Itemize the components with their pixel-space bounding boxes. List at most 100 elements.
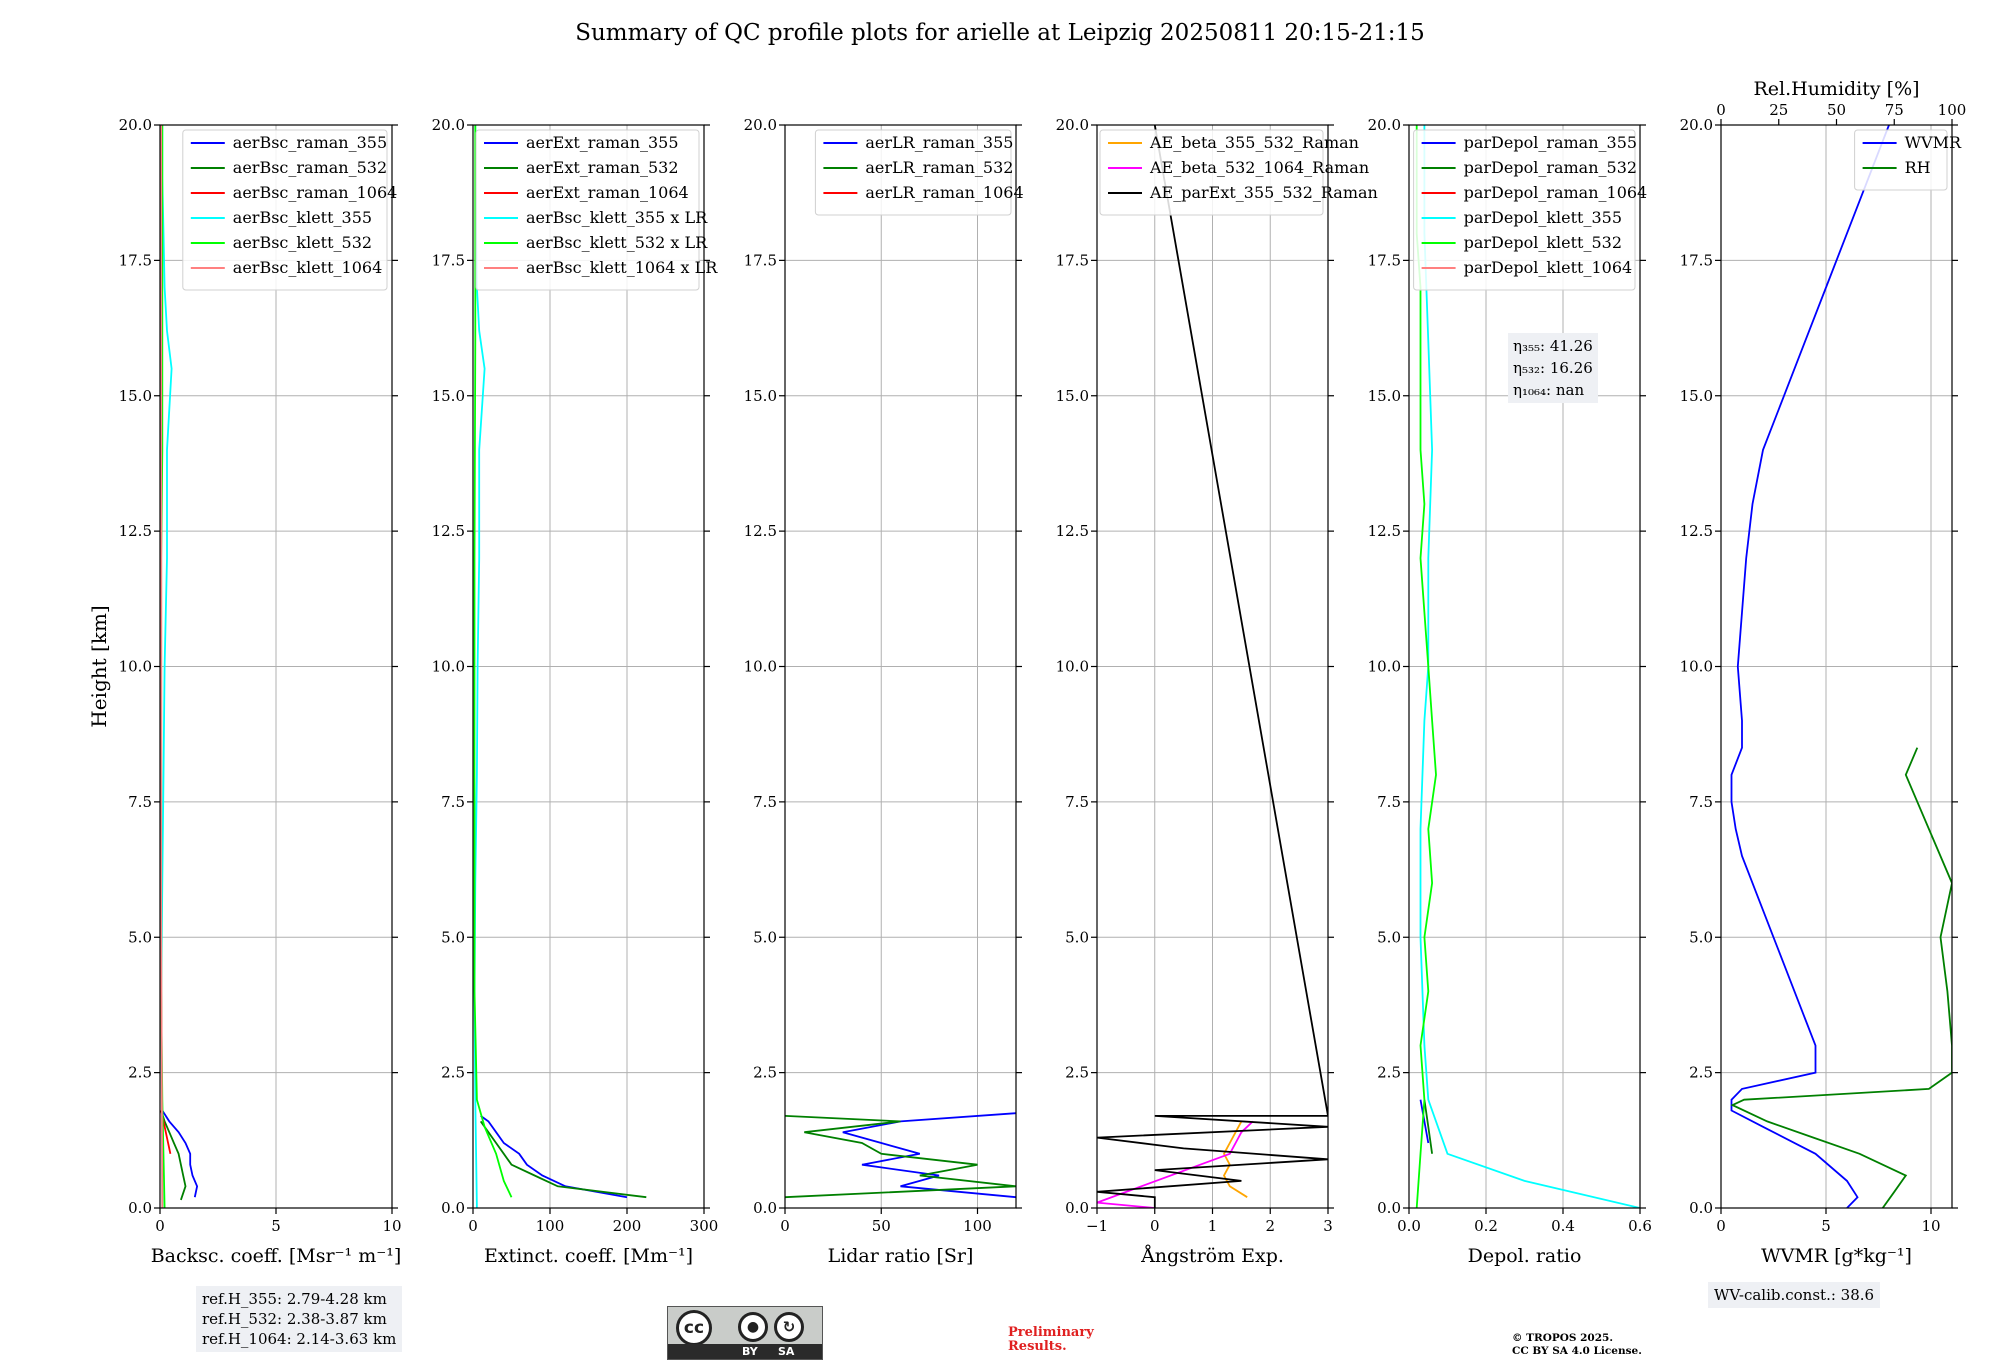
y-tick-label: 10.0 xyxy=(1680,658,1713,676)
x-tick-label: 0.4 xyxy=(1551,1217,1575,1235)
wv-calib-box: WV-calib.const.: 38.6 xyxy=(1708,1282,1881,1308)
legend-label: aerExt_raman_355 xyxy=(526,133,679,152)
x-tick-label: 0 xyxy=(1150,1217,1160,1235)
y-tick-label: 20.0 xyxy=(119,116,152,134)
y-tick-label: 20.0 xyxy=(1368,116,1401,134)
y-tick-label: 10.0 xyxy=(744,658,777,676)
legend-label: parDepol_raman_355 xyxy=(1464,133,1637,152)
y-tick-label: 17.5 xyxy=(1680,251,1713,269)
y-tick-label: 0.0 xyxy=(1689,1199,1713,1217)
x-axis-label: Extinct. coeff. [Mm⁻¹] xyxy=(484,1245,693,1267)
reference-height-box: ref.H_355: 2.79-4.28 km ref.H_532: 2.38-… xyxy=(196,1286,403,1352)
top-x-tick-label: 100 xyxy=(1938,101,1967,119)
license-sa-label: SA xyxy=(778,1345,795,1358)
y-tick-label: 0.0 xyxy=(1065,1199,1089,1217)
legend-label: aerBsc_klett_532 x LR xyxy=(526,233,708,252)
person-icon: ● xyxy=(738,1312,768,1342)
y-tick-label: 7.5 xyxy=(1065,793,1089,811)
legend-label: parDepol_klett_532 xyxy=(1464,233,1622,252)
y-tick-label: 0.0 xyxy=(1377,1199,1401,1217)
y-tick-label: 7.5 xyxy=(1377,793,1401,811)
y-tick-label: 10.0 xyxy=(1368,658,1401,676)
legend-label: aerBsc_klett_355 xyxy=(233,208,372,227)
y-tick-label: 15.0 xyxy=(1056,387,1089,405)
copyright-line-2: CC BY SA 4.0 License. xyxy=(1512,1345,1642,1357)
x-tick-label: 1 xyxy=(1208,1217,1218,1235)
y-tick-label: 7.5 xyxy=(128,793,152,811)
y-tick-label: 17.5 xyxy=(432,251,465,269)
y-tick-label: 12.5 xyxy=(119,522,152,540)
x-tick-label: 50 xyxy=(872,1217,891,1235)
legend-label: AE_parExt_355_532_Raman xyxy=(1149,183,1378,202)
x-tick-label: 0 xyxy=(155,1217,165,1235)
x-axis-label: Lidar ratio [Sr] xyxy=(828,1245,974,1267)
x-tick-label: 0.2 xyxy=(1474,1217,1498,1235)
y-tick-label: 7.5 xyxy=(753,793,777,811)
x-tick-label: 10 xyxy=(1921,1217,1940,1235)
y-tick-label: 0.0 xyxy=(753,1199,777,1217)
x-tick-label: 100 xyxy=(963,1217,992,1235)
top-x-axis-label: Rel.Humidity [%] xyxy=(1753,78,1919,100)
y-tick-label: 5.0 xyxy=(441,928,465,946)
x-tick-label: 300 xyxy=(690,1217,719,1235)
figure-title: Summary of QC profile plots for arielle … xyxy=(575,20,1425,46)
legend-label: AE_beta_355_532_Raman xyxy=(1149,133,1359,152)
top-x-tick-label: 0 xyxy=(1716,101,1726,119)
cc-icon: cc xyxy=(676,1310,712,1346)
x-axis-label: Ångström Exp. xyxy=(1140,1245,1284,1267)
copyright-note: © TROPOS 2025. CC BY SA 4.0 License. xyxy=(1512,1332,1642,1358)
x-tick-label: 2 xyxy=(1265,1217,1275,1235)
legend-label: aerExt_raman_532 xyxy=(526,158,679,177)
y-tick-label: 5.0 xyxy=(128,928,152,946)
y-tick-label: 2.5 xyxy=(753,1064,777,1082)
y-tick-label: 17.5 xyxy=(1056,251,1089,269)
x-axis-label: Depol. ratio xyxy=(1468,1245,1582,1267)
eta-box: η₃₅₅: 41.26 η₅₃₂: 16.26 η₁₀₆₄: nan xyxy=(1508,333,1598,403)
y-tick-label: 15.0 xyxy=(744,387,777,405)
x-tick-label: 10 xyxy=(382,1217,401,1235)
y-tick-label: 15.0 xyxy=(1368,387,1401,405)
x-tick-label: 0 xyxy=(468,1217,478,1235)
x-tick-label: 5 xyxy=(271,1217,281,1235)
preliminary-line-2: Results. xyxy=(1008,1339,1067,1354)
y-tick-label: 15.0 xyxy=(432,387,465,405)
legend-label: aerBsc_klett_1064 xyxy=(233,258,382,277)
x-axis-label: WVMR [g*kg⁻¹] xyxy=(1761,1245,1912,1267)
top-x-tick-label: 75 xyxy=(1885,101,1904,119)
legend-label: aerBsc_raman_355 xyxy=(233,133,387,152)
legend-label: AE_beta_532_1064_Raman xyxy=(1149,158,1369,177)
x-tick-label: 5 xyxy=(1821,1217,1831,1235)
y-tick-label: 10.0 xyxy=(1056,658,1089,676)
y-tick-label: 20.0 xyxy=(744,116,777,134)
figure-canvas: Height [km]0.02.55.07.510.012.515.017.52… xyxy=(87,78,1967,1267)
legend-label: parDepol_raman_1064 xyxy=(1464,183,1648,202)
y-tick-label: 20.0 xyxy=(432,116,465,134)
series-line xyxy=(161,1110,199,1198)
x-tick-label: 0 xyxy=(780,1217,790,1235)
x-tick-label: 0.0 xyxy=(1397,1217,1421,1235)
y-tick-label: 10.0 xyxy=(432,658,465,676)
y-tick-label: 5.0 xyxy=(1377,928,1401,946)
y-tick-label: 10.0 xyxy=(119,658,152,676)
y-tick-label: 2.5 xyxy=(1065,1064,1089,1082)
series-line xyxy=(1730,747,1952,1208)
y-tick-label: 2.5 xyxy=(441,1064,465,1082)
y-tick-label: 12.5 xyxy=(432,522,465,540)
legend-label: RH xyxy=(1905,158,1931,177)
eta-532: η₅₃₂: 16.26 xyxy=(1513,359,1593,377)
x-tick-label: 0.6 xyxy=(1628,1217,1652,1235)
y-tick-label: 5.0 xyxy=(1065,928,1089,946)
x-tick-label: −1 xyxy=(1086,1217,1108,1235)
legend-label: parDepol_klett_355 xyxy=(1464,208,1622,227)
y-tick-label: 0.0 xyxy=(441,1199,465,1217)
y-tick-label: 2.5 xyxy=(1377,1064,1401,1082)
license-by-label: BY xyxy=(742,1345,758,1358)
legend-label: aerBsc_raman_532 xyxy=(233,158,387,177)
y-tick-label: 17.5 xyxy=(1368,251,1401,269)
y-tick-label: 12.5 xyxy=(1368,522,1401,540)
legend-label: aerBsc_raman_1064 xyxy=(233,183,398,202)
x-tick-label: 100 xyxy=(536,1217,565,1235)
legend-label: aerLR_raman_1064 xyxy=(865,183,1023,202)
legend-label: parDepol_raman_532 xyxy=(1464,158,1637,177)
y-tick-label: 15.0 xyxy=(1680,387,1713,405)
